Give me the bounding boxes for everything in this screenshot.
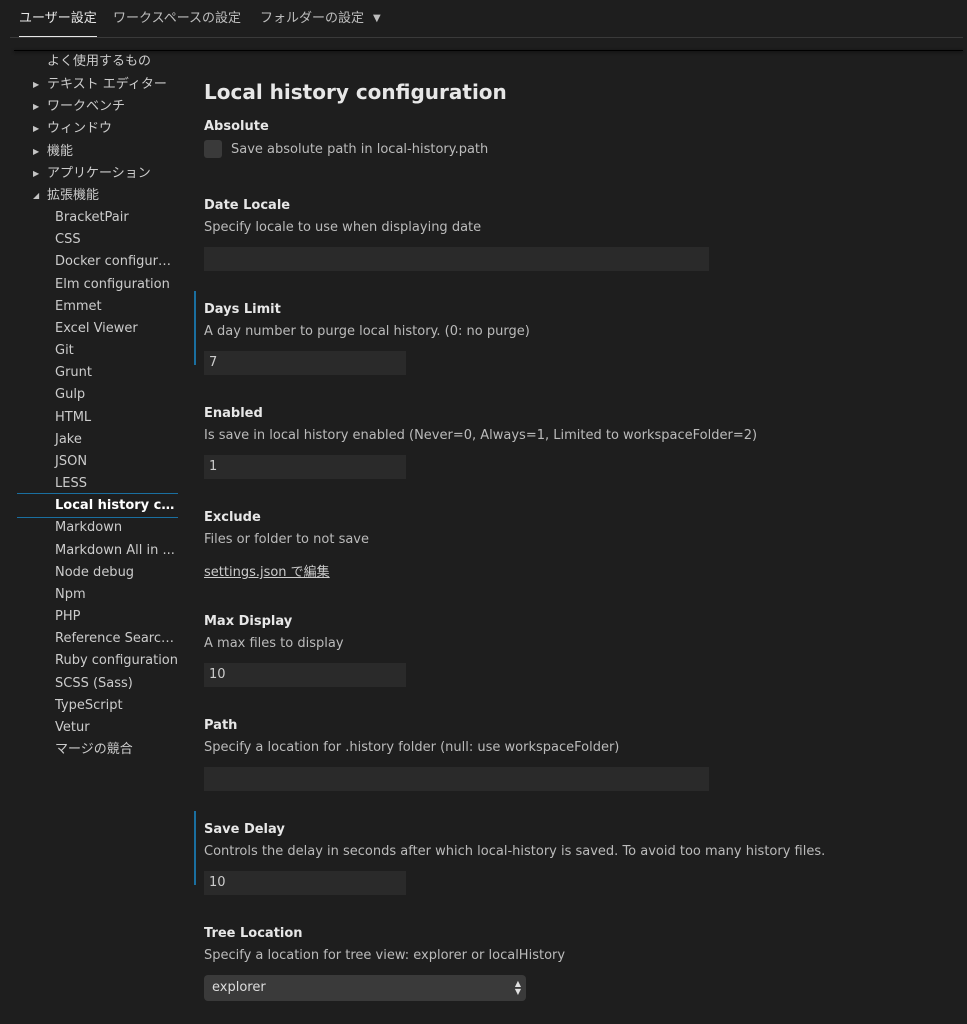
toc-item-ext[interactable]: BracketPair [17,207,178,229]
date-locale-input[interactable] [204,247,709,271]
setting-description: Files or folder to not save [204,532,369,547]
chevron-right-icon: ▶ [33,80,40,89]
toc-item-features[interactable]: ▶ 機能 [17,141,178,163]
setting-description: Controls the delay in seconds after whic… [204,844,826,859]
chevron-down-icon[interactable]: ▼ [373,0,381,38]
chevron-right-icon: ▶ [33,169,40,178]
toc-item-extensions[interactable]: ◢ 拡張機能 [17,185,178,207]
toc-item-ext[interactable]: Emmet [17,296,178,318]
toc-item-ext[interactable]: Excel Viewer [17,318,178,340]
setting-description: Specify locale to use when displaying da… [204,220,482,235]
select-value: explorer [212,980,266,995]
toc-item-text-editor[interactable]: ▶ テキスト エディター [17,74,178,96]
setting-enabled: Enabled Is save in local history enabled… [204,403,934,479]
chevron-right-icon: ▶ [33,102,40,111]
setting-max-display: Max Display A max files to display 10 [204,611,934,687]
toc-item-ext[interactable]: LESS [17,473,178,495]
toc-item-ext[interactable]: TypeScript [17,695,178,717]
enabled-input[interactable]: 1 [204,455,406,479]
chevron-down-icon: ◢ [33,191,40,200]
tree-location-select[interactable]: explorer ▲ ▼ [204,975,526,1001]
toc-item-ext[interactable]: Elm configuration [17,274,178,296]
setting-days-limit: Days Limit A day number to purge local h… [194,291,934,375]
chevron-right-icon: ▶ [33,124,40,133]
toc-item-label: ワークベンチ [47,99,126,114]
tab-folder-settings[interactable]: フォルダーの設定 ▼ [260,0,381,36]
setting-title: Tree Location [204,926,303,941]
path-input[interactable] [204,767,709,791]
toc-item-ext[interactable]: Git [17,340,178,362]
toc-item-label: テキスト エディター [47,77,167,92]
toc-item-window[interactable]: ▶ ウィンドウ [17,118,178,140]
tab-user-settings[interactable]: ユーザー設定 [19,0,97,37]
setting-description: A day number to purge local history. (0:… [204,324,530,339]
setting-exclude: Exclude Files or folder to not save sett… [204,507,934,580]
tab-folder-settings-label: フォルダーの設定 [260,11,365,26]
select-arrows-icon: ▲ ▼ [514,979,521,996]
toc-item-ext[interactable]: Gulp [17,384,178,406]
toc-item-commonly-used[interactable]: よく使用するもの [17,51,178,73]
tab-workspace-settings[interactable]: ワークスペースの設定 [113,0,241,36]
toc-item-ext[interactable]: Npm [17,584,178,606]
toc-item-ext[interactable]: Reference Search... [17,628,178,650]
setting-title: Absolute [204,119,269,134]
days-limit-input[interactable]: 7 [204,351,406,375]
setting-title: Save Delay [204,822,285,837]
toc-item-workbench[interactable]: ▶ ワークベンチ [17,96,178,118]
toc-item-ext[interactable]: Jake [17,429,178,451]
checkbox-row: Save absolute path in local-history.path [204,138,934,160]
toc-item-local-history-selected[interactable]: Local history co... [17,493,178,518]
edit-in-settings-json-link[interactable]: settings.json で編集 [204,561,330,580]
toc-item-ext[interactable]: CSS [17,229,178,251]
setting-title: Days Limit [204,302,281,317]
toc-item-ext[interactable]: HTML [17,407,178,429]
setting-absolute: Absolute Save absolute path in local-his… [204,116,934,160]
setting-title: Max Display [204,614,293,629]
setting-description: Is save in local history enabled (Never=… [204,428,758,443]
toc-item-ext[interactable]: Docker configurat... [17,251,178,273]
setting-description: A max files to display [204,636,344,651]
max-display-input[interactable]: 10 [204,663,406,687]
toc-item-ext[interactable]: SCSS (Sass) [17,673,178,695]
setting-path: Path Specify a location for .history fol… [204,715,934,791]
toc-item-label: アプリケーション [47,166,151,181]
modified-indicator [194,811,196,885]
setting-date-locale: Date Locale Specify locale to use when d… [204,195,934,271]
toc-item-ext[interactable]: Markdown All in ... [17,540,178,562]
setting-title: Date Locale [204,198,291,213]
toc-item-ext[interactable]: マージの競合 [17,739,178,761]
toc-item-ext[interactable]: Ruby configuration [17,650,178,672]
setting-tree-location: Tree Location Specify a location for tre… [204,923,934,1001]
toc-item-ext[interactable]: Grunt [17,362,178,384]
setting-description: Specify a location for .history folder (… [204,740,620,755]
toc-item-ext[interactable]: PHP [17,606,178,628]
toc-item-ext[interactable]: Node debug [17,562,178,584]
toc-item-label: 拡張機能 [47,188,100,203]
toc-item-application[interactable]: ▶ アプリケーション [17,163,178,185]
toc-item-label: ウィンドウ [47,121,113,136]
setting-description: Specify a location for tree view: explor… [204,948,566,963]
absolute-checkbox[interactable] [204,140,222,158]
settings-scope-tabs: ユーザー設定 ワークスペースの設定 フォルダーの設定 ▼ [10,0,963,38]
setting-title: Path [204,718,238,733]
toc-item-ext[interactable]: Vetur [17,717,178,739]
setting-title: Enabled [204,406,263,421]
setting-title: Exclude [204,510,261,525]
toc-item-label: 機能 [47,144,74,159]
checkbox-label: Save absolute path in local-history.path [231,141,489,157]
chevron-right-icon: ▶ [33,147,40,156]
toc-item-ext[interactable]: Markdown [17,517,178,539]
modified-indicator [194,291,196,365]
save-delay-input[interactable]: 10 [204,871,406,895]
page-title: Local history configuration [204,80,507,104]
setting-save-delay: Save Delay Controls the delay in seconds… [194,811,934,895]
toc-item-ext[interactable]: JSON [17,451,178,473]
